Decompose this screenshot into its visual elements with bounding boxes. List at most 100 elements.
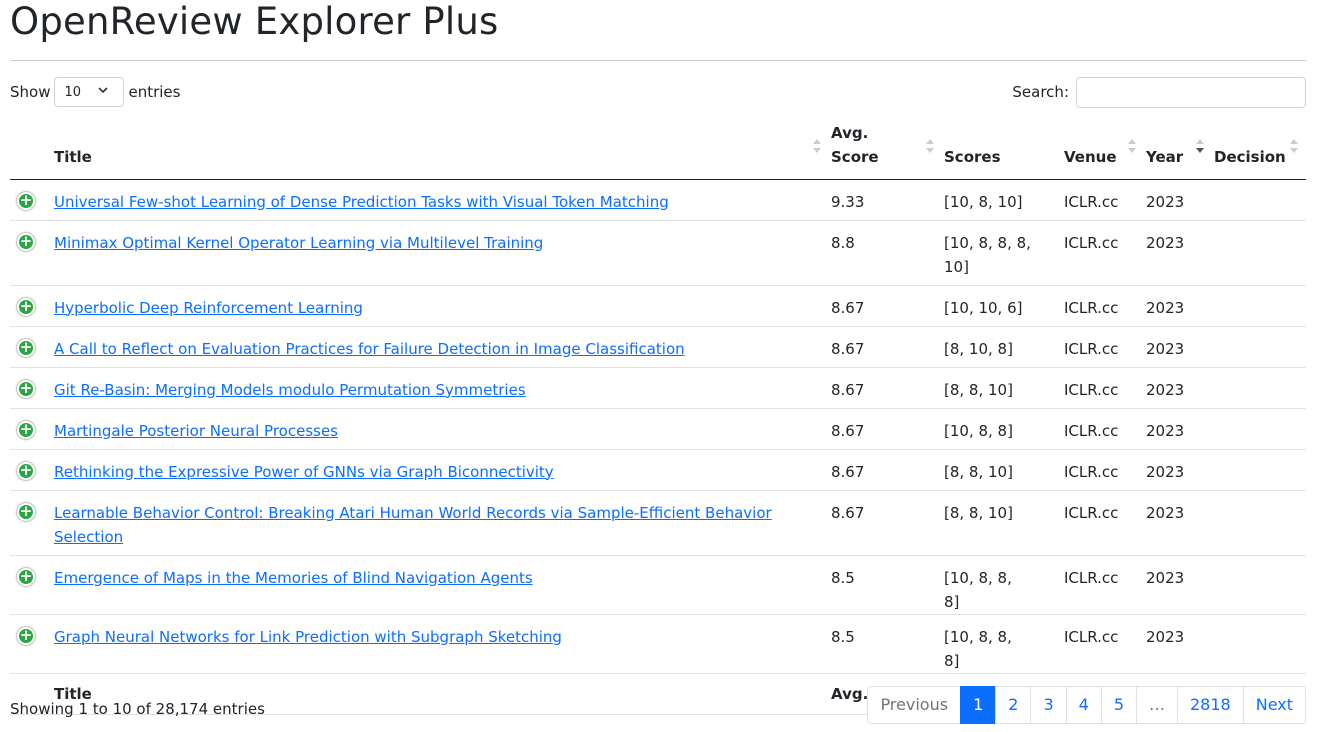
- page-title: OpenReview Explorer Plus: [10, 0, 499, 43]
- year-cell: 2023: [1146, 285, 1214, 327]
- pagination-page-5[interactable]: 5: [1100, 686, 1137, 724]
- avg-score-cell: 8.8: [831, 220, 944, 286]
- table-row: + Graph Neural Networks for Link Predict…: [10, 614, 1306, 674]
- col-venue-header[interactable]: Venue: [1064, 114, 1146, 180]
- entries-per-page-value: 10: [64, 84, 82, 100]
- paper-title-link[interactable]: Git Re-Basin: Merging Models modulo Perm…: [54, 381, 526, 399]
- avg-score-cell: 8.67: [831, 449, 944, 491]
- avg-score-cell: 8.67: [831, 490, 944, 556]
- decision-cell: [1214, 367, 1306, 409]
- plus-circle-icon[interactable]: +: [17, 191, 35, 210]
- paper-title-link[interactable]: Graph Neural Networks for Link Predictio…: [54, 628, 562, 646]
- title-cell: Martingale Posterior Neural Processes: [54, 408, 831, 450]
- length-control: Show 10 entries: [10, 77, 180, 107]
- show-label: Show: [10, 83, 51, 101]
- pagination-page-4[interactable]: 4: [1065, 686, 1102, 724]
- title-cell: Graph Neural Networks for Link Predictio…: [54, 614, 831, 674]
- paper-title-link[interactable]: Rethinking the Expressive Power of GNNs …: [54, 463, 554, 481]
- plus-circle-icon[interactable]: +: [17, 232, 35, 251]
- col-year-header[interactable]: Year: [1146, 114, 1214, 180]
- col-title-header[interactable]: Title: [54, 114, 831, 180]
- avg-score-cell: 8.67: [831, 367, 944, 409]
- year-cell: 2023: [1146, 220, 1214, 286]
- scores-cell: [10, 8, 8, 8]: [944, 555, 1064, 615]
- table-row: + Universal Few-shot Learning of Dense P…: [10, 179, 1306, 221]
- avg-score-cell: 8.67: [831, 326, 944, 368]
- plus-circle-icon[interactable]: +: [17, 502, 35, 521]
- pagination-previous[interactable]: Previous: [867, 686, 962, 724]
- title-cell: Git Re-Basin: Merging Models modulo Perm…: [54, 367, 831, 409]
- scores-cell: [10, 8, 8]: [944, 408, 1064, 450]
- paper-title-link[interactable]: A Call to Reflect on Evaluation Practice…: [54, 340, 685, 358]
- venue-cell: ICLR.cc: [1064, 555, 1146, 615]
- pagination-page-2[interactable]: 2: [995, 686, 1032, 724]
- title-cell: A Call to Reflect on Evaluation Practice…: [54, 326, 831, 368]
- title-cell: Minimax Optimal Kernel Operator Learning…: [54, 220, 831, 286]
- chevron-down-icon: [98, 87, 109, 94]
- col-venue-label: Venue: [1064, 147, 1117, 166]
- pagination-page-3[interactable]: 3: [1030, 686, 1067, 724]
- paper-title-link[interactable]: Learnable Behavior Control: Breaking Ata…: [54, 504, 772, 546]
- scores-cell: [10, 8, 8, 8, 10]: [944, 220, 1064, 286]
- year-cell: 2023: [1146, 614, 1214, 674]
- decision-cell: [1214, 220, 1306, 286]
- col-title-label: Title: [54, 147, 92, 166]
- search-label: Search:: [1012, 83, 1069, 101]
- paper-title-link[interactable]: Martingale Posterior Neural Processes: [54, 422, 338, 440]
- col-scores-header: Scores: [944, 114, 1064, 180]
- pagination: Previous 1 2 3 4 5 … 2818 Next: [867, 686, 1306, 724]
- col-decision-header[interactable]: Decision: [1214, 114, 1306, 180]
- col-avg-score-header[interactable]: Avg. Score: [831, 114, 944, 180]
- plus-circle-icon[interactable]: +: [17, 379, 35, 398]
- sort-arrows-icon: [926, 138, 934, 157]
- pagination-next[interactable]: Next: [1242, 686, 1306, 724]
- expand-column-header: [10, 114, 54, 180]
- avg-score-cell: 9.33: [831, 179, 944, 221]
- plus-circle-icon[interactable]: +: [17, 420, 35, 439]
- paper-title-link[interactable]: Minimax Optimal Kernel Operator Learning…: [54, 234, 543, 252]
- sort-arrows-icon: [1290, 138, 1298, 157]
- plus-circle-icon[interactable]: +: [17, 338, 35, 357]
- sort-arrows-icon: [1196, 138, 1204, 157]
- title-cell: Universal Few-shot Learning of Dense Pre…: [54, 179, 831, 221]
- expand-cell: +: [10, 220, 54, 286]
- decision-cell: [1214, 179, 1306, 221]
- paper-title-link[interactable]: Emergence of Maps in the Memories of Bli…: [54, 569, 533, 587]
- plus-circle-icon[interactable]: +: [17, 626, 35, 645]
- avg-score-cell: 8.5: [831, 555, 944, 615]
- venue-cell: ICLR.cc: [1064, 408, 1146, 450]
- avg-score-cell: 8.5: [831, 614, 944, 674]
- venue-cell: ICLR.cc: [1064, 449, 1146, 491]
- avg-score-cell: 8.67: [831, 285, 944, 327]
- title-cell: Emergence of Maps in the Memories of Bli…: [54, 555, 831, 615]
- col-scores-label: Scores: [944, 147, 1001, 166]
- plus-circle-icon[interactable]: +: [17, 461, 35, 480]
- venue-cell: ICLR.cc: [1064, 326, 1146, 368]
- venue-cell: ICLR.cc: [1064, 285, 1146, 327]
- decision-cell: [1214, 285, 1306, 327]
- pagination-page-last[interactable]: 2818: [1177, 686, 1244, 724]
- scores-cell: [10, 8, 10]: [944, 179, 1064, 221]
- paper-title-link[interactable]: Hyperbolic Deep Reinforcement Learning: [54, 299, 363, 317]
- title-cell: Hyperbolic Deep Reinforcement Learning: [54, 285, 831, 327]
- pagination-page-1[interactable]: 1: [960, 686, 997, 724]
- decision-cell: [1214, 449, 1306, 491]
- table-info: Showing 1 to 10 of 28,174 entries: [10, 700, 265, 718]
- plus-circle-icon[interactable]: +: [17, 567, 35, 586]
- venue-cell: ICLR.cc: [1064, 490, 1146, 556]
- venue-cell: ICLR.cc: [1064, 367, 1146, 409]
- search-input[interactable]: [1076, 76, 1306, 108]
- plus-circle-icon[interactable]: +: [17, 297, 35, 316]
- decision-cell: [1214, 490, 1306, 556]
- scores-cell: [8, 10, 8]: [944, 326, 1064, 368]
- table-row: + Minimax Optimal Kernel Operator Learni…: [10, 220, 1306, 286]
- entries-label: entries: [128, 83, 181, 101]
- year-cell: 2023: [1146, 179, 1214, 221]
- table-row: + A Call to Reflect on Evaluation Practi…: [10, 326, 1306, 368]
- decision-cell: [1214, 326, 1306, 368]
- entries-per-page-select[interactable]: 10: [54, 77, 125, 107]
- sort-arrows-icon: [1128, 138, 1136, 157]
- table-row: + Rethinking the Expressive Power of GNN…: [10, 449, 1306, 491]
- paper-title-link[interactable]: Universal Few-shot Learning of Dense Pre…: [54, 193, 669, 211]
- year-cell: 2023: [1146, 367, 1214, 409]
